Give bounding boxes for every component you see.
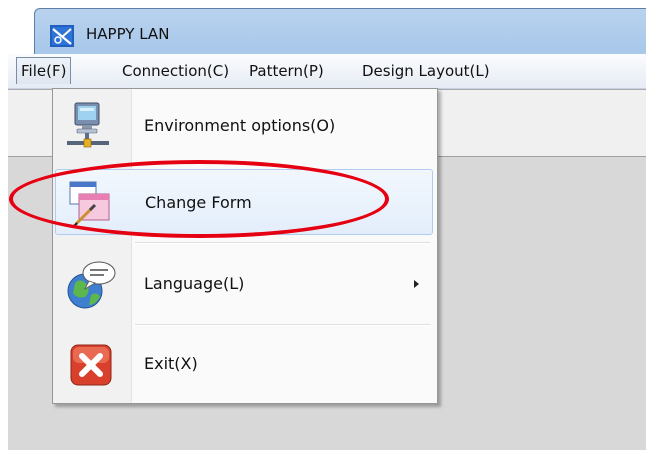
window-title: HAPPY LAN xyxy=(86,25,170,43)
menu-connection[interactable]: Connection(C) xyxy=(122,54,229,88)
menu-item-label: Environment options(O) xyxy=(144,116,336,135)
menu-design-layout[interactable]: Design Layout(L) xyxy=(362,54,490,88)
menu-file[interactable]: File(F) xyxy=(16,57,72,84)
menu-item-label: Exit(X) xyxy=(144,354,198,373)
menu-item-exit[interactable]: Exit(X) xyxy=(55,331,433,397)
menu-item-label: Language(L) xyxy=(144,274,245,293)
menu-item-environment-options[interactable]: Environment options(O) xyxy=(55,93,433,159)
menu-item-label: Change Form xyxy=(145,193,252,212)
submenu-arrow-icon xyxy=(414,280,419,288)
globe-speech-icon xyxy=(65,259,117,311)
network-computer-icon xyxy=(65,101,117,153)
happy-lan-logo-icon xyxy=(50,25,74,47)
exit-x-icon xyxy=(65,339,117,391)
menu-item-change-form[interactable]: Change Form xyxy=(55,169,433,235)
menu-separator xyxy=(135,242,431,244)
menu-separator xyxy=(135,324,431,326)
menu-item-language[interactable]: Language(L) xyxy=(55,251,433,317)
menu-bar: File(F) Connection(C) Pattern(P) Design … xyxy=(8,54,646,89)
title-bar[interactable]: HAPPY LAN xyxy=(35,9,646,59)
change-form-icon xyxy=(66,178,118,230)
file-menu-dropdown: Environment options(O) Change Form Langu… xyxy=(52,88,438,404)
menu-pattern[interactable]: Pattern(P) xyxy=(249,54,324,88)
